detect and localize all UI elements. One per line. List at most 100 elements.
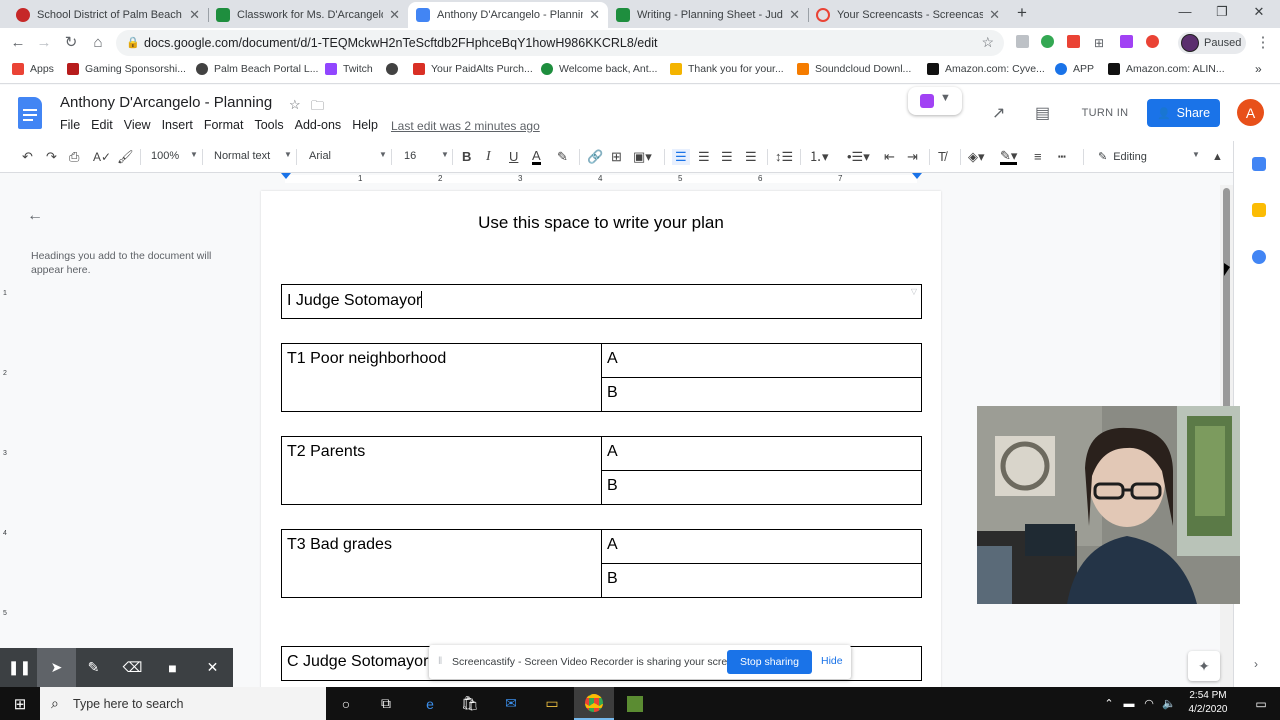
new-tab-plus-icon[interactable]: +	[1007, 3, 1037, 23]
italic-icon[interactable]: I	[486, 149, 491, 165]
bookmark-amazon-cyve[interactable]: Amazon.com: Cyve...	[927, 63, 1045, 75]
reload-icon[interactable]: ↻	[61, 34, 81, 52]
file-explorer-icon[interactable]: ▭	[532, 687, 572, 720]
topic-2-cell[interactable]: T2 Parents	[281, 436, 602, 505]
topic-3-b-cell[interactable]: B	[601, 563, 922, 598]
intro-cell[interactable]: I Judge Sotomayor ▽	[281, 284, 922, 319]
editing-mode-select[interactable]: ✎ Editing ▼	[1098, 150, 1200, 163]
menu-format[interactable]: Format	[204, 118, 244, 132]
decrease-indent-icon[interactable]: ⇤	[884, 149, 895, 165]
bookmark-twitch[interactable]: Twitch	[325, 63, 373, 75]
puzzle-extension-icon[interactable]	[1119, 35, 1133, 48]
insert-image-icon[interactable]: ▣▾	[633, 149, 652, 165]
hide-notice-button[interactable]: Hide	[821, 655, 843, 667]
menu-add-ons[interactable]: Add-ons	[295, 118, 342, 132]
chrome-taskbar-icon[interactable]	[574, 687, 614, 720]
bookmark-thank-you[interactable]: Thank you for your...	[670, 63, 784, 75]
increase-indent-icon[interactable]: ⇥	[907, 149, 918, 165]
cursor-tool-icon[interactable]: ➤	[37, 648, 76, 687]
menu-file[interactable]: File	[60, 118, 80, 132]
comment-icon[interactable]: ▤	[1035, 103, 1050, 123]
minecraft-icon[interactable]	[615, 687, 655, 720]
redo-icon[interactable]: ↷	[46, 149, 57, 165]
menu-insert[interactable]: Insert	[162, 118, 193, 132]
close-tab-icon[interactable]: ✕	[189, 7, 200, 23]
calendar-icon[interactable]	[1252, 157, 1266, 171]
windows-start-icon[interactable]: ⊞	[0, 687, 40, 720]
battery-icon[interactable]: ▬	[1120, 687, 1138, 720]
cell-background-color-icon[interactable]: ◈▾	[968, 149, 985, 165]
taskbar-search-box[interactable]: ⌕ Type here to search	[40, 687, 326, 720]
border-width-icon[interactable]: ≡	[1034, 149, 1042, 165]
undo-icon[interactable]: ↶	[22, 149, 33, 165]
document-title[interactable]: Anthony D'Arcangelo - Planning	[60, 94, 272, 111]
underline-icon[interactable]: U	[509, 149, 518, 165]
print-icon[interactable]: ⎙	[69, 149, 79, 165]
wifi-icon[interactable]: ◠	[1140, 687, 1158, 720]
tab-planning-doc[interactable]: Anthony D'Arcangelo - Planning ✕	[408, 2, 608, 28]
table-cell-menu-chevron-icon[interactable]: ▽	[911, 287, 917, 296]
menu-edit[interactable]: Edit	[91, 118, 113, 132]
move-folder-icon[interactable]: 🗀	[311, 97, 324, 119]
turn-in-button[interactable]: TURN IN	[1070, 99, 1140, 127]
menu-tools[interactable]: Tools	[254, 118, 283, 132]
scrollbar-thumb[interactable]	[1223, 188, 1230, 410]
webcam-video-overlay[interactable]	[977, 406, 1240, 604]
close-toolbar-icon[interactable]: ✕	[193, 648, 232, 687]
camera-toggle-icon[interactable]: ■	[153, 648, 192, 687]
google-docs-logo-icon[interactable]	[18, 97, 42, 129]
topic-3-a-cell[interactable]: A	[601, 529, 922, 564]
screencastify-extension-icon[interactable]	[1145, 35, 1159, 48]
bookmark-soundcloud[interactable]: Soundcloud Downl...	[797, 63, 911, 75]
paragraph-style-select[interactable]: Normal text ▼	[214, 150, 292, 162]
bookmark-apps[interactable]: Apps	[12, 63, 54, 75]
forward-arrow-icon[interactable]: →	[34, 34, 54, 52]
menu-help[interactable]: Help	[352, 118, 378, 132]
document-page[interactable]: Use this space to write your plan I Judg…	[261, 191, 941, 691]
tab-screencastify[interactable]: Your Screencasts - Screencastify ✕	[808, 2, 1008, 28]
microsoft-store-icon[interactable]: 🛍	[450, 687, 490, 720]
eraser-tool-icon[interactable]: ⌫	[113, 648, 152, 687]
topic-2-b-cell[interactable]: B	[601, 470, 922, 505]
menu-view[interactable]: View	[124, 118, 151, 132]
drag-handle-icon[interactable]: ‖	[438, 655, 442, 667]
notifications-icon[interactable]: ▭	[1246, 687, 1276, 720]
megaphone-extension-icon[interactable]	[1066, 35, 1080, 48]
profile-paused-button[interactable]: Paused	[1178, 32, 1246, 54]
show-hidden-icons-chevron-icon[interactable]: ⌃	[1100, 687, 1118, 720]
home-icon[interactable]: ⌂	[88, 34, 108, 52]
paint-format-icon[interactable]: 🖌	[117, 149, 134, 165]
cortana-icon[interactable]: ○	[326, 687, 366, 720]
justify-icon[interactable]: ☰	[745, 149, 757, 165]
bookmark-palm-beach-portal[interactable]: Palm Beach Portal L...	[196, 63, 318, 75]
grid-extension-icon[interactable]: ⊞	[1089, 34, 1109, 52]
add-comment-icon[interactable]: ⊞	[611, 149, 622, 165]
back-arrow-icon[interactable]: ←	[8, 34, 28, 52]
align-center-icon[interactable]: ☰	[698, 149, 710, 165]
add-on-pill-button[interactable]: ▼	[908, 87, 962, 115]
bold-icon[interactable]: B	[462, 149, 471, 165]
pause-recording-icon[interactable]: ❚❚	[0, 648, 39, 687]
keep-icon[interactable]	[1252, 203, 1266, 217]
highlight-color-icon[interactable]: ✎	[557, 149, 568, 165]
close-tab-icon[interactable]: ✕	[989, 7, 1000, 23]
topic-1-b-cell[interactable]: B	[601, 377, 922, 412]
spell-check-icon[interactable]: A✓	[93, 149, 111, 165]
star-icon[interactable]: ☆	[289, 97, 301, 113]
bookmark-globe[interactable]	[386, 63, 404, 75]
tab-classwork[interactable]: Classwork for Ms. D'Arcangelo - ✕	[208, 2, 408, 28]
tab-school-district[interactable]: School District of Palm Beach Co ✕	[8, 2, 208, 28]
hide-menus-chevron-up-icon[interactable]: ▲	[1212, 149, 1223, 165]
account-avatar[interactable]: A	[1237, 99, 1264, 126]
tasks-icon[interactable]	[1252, 250, 1266, 264]
close-tab-icon[interactable]: ✕	[589, 7, 600, 23]
border-color-icon[interactable]: ✎▾	[1000, 149, 1018, 165]
zoom-select[interactable]: 100% ▼	[151, 150, 198, 162]
bookmark-star-icon[interactable]: ☆	[981, 34, 994, 51]
pen-tool-icon[interactable]: ✎	[74, 648, 113, 687]
close-tab-icon[interactable]: ✕	[389, 7, 400, 23]
last-edit-link[interactable]: Last edit was 2 minutes ago	[391, 119, 540, 133]
bulleted-list-icon[interactable]: •☰▾	[847, 149, 870, 165]
mail-icon[interactable]: ✉	[491, 687, 531, 720]
topic-1-a-cell[interactable]: A	[601, 343, 922, 378]
